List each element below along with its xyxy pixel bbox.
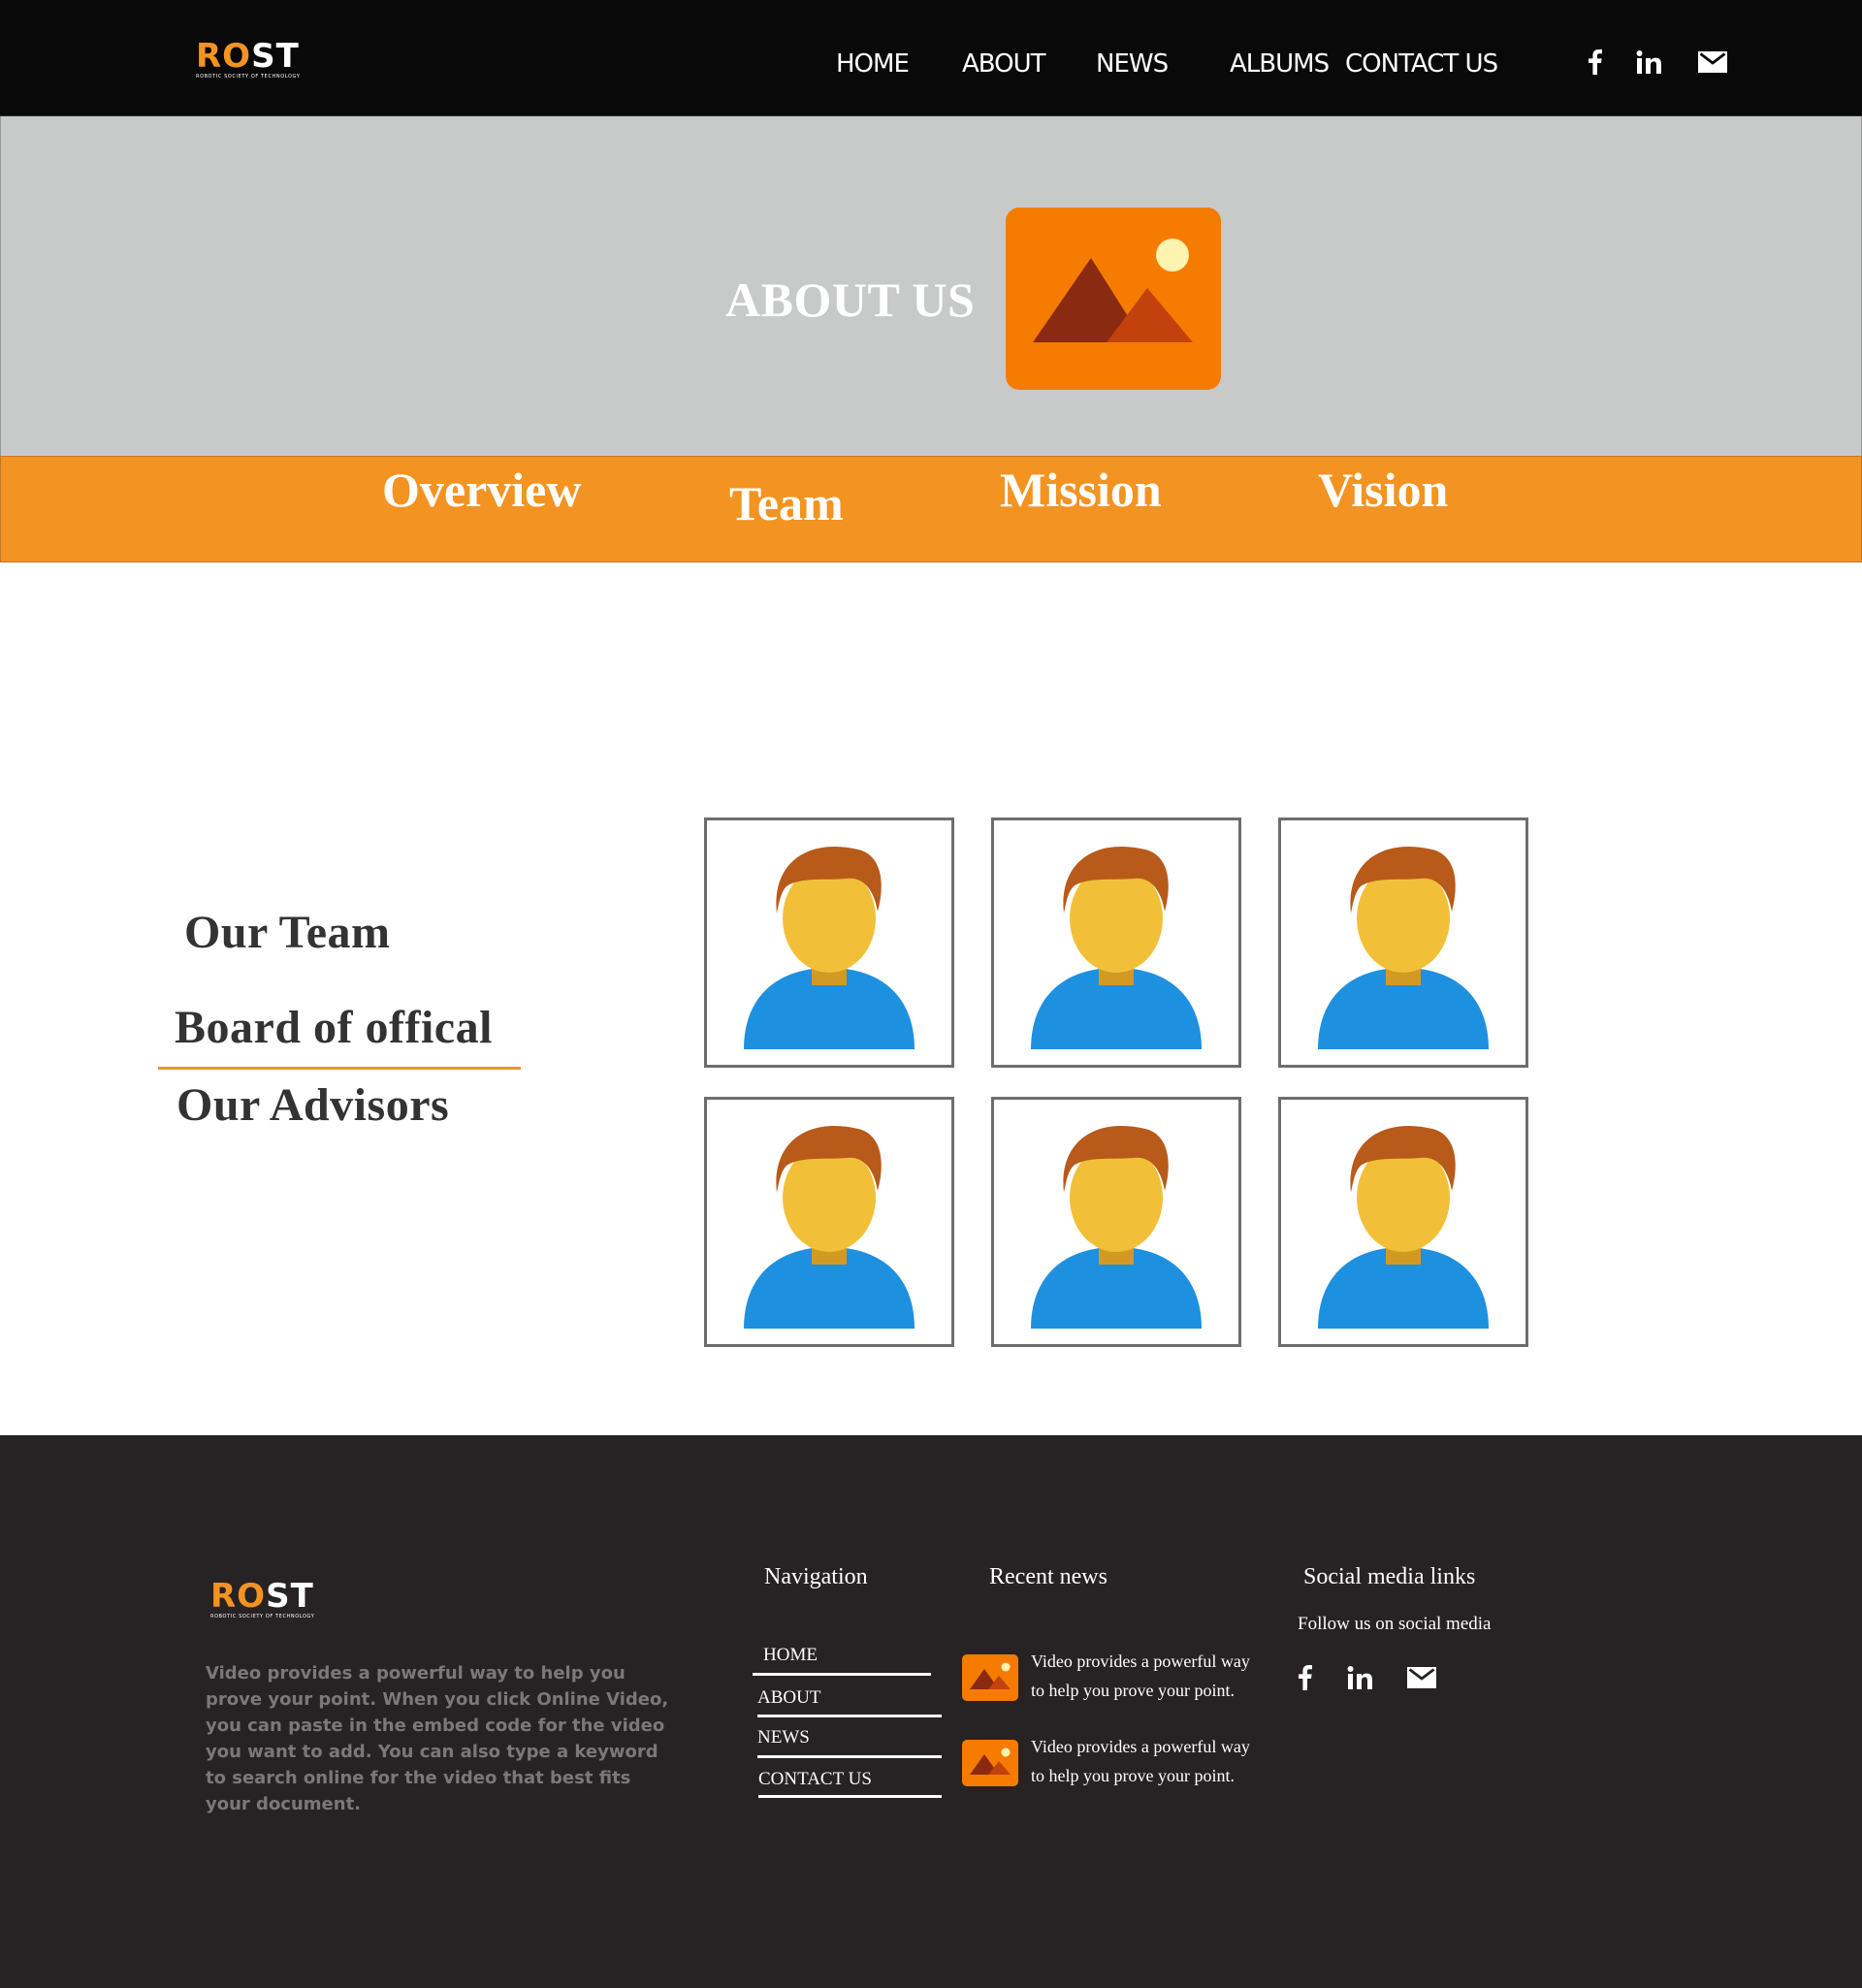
mail-icon[interactable] [1695,45,1730,80]
user-avatar-icon [1318,1125,1489,1329]
footer-logo-subtitle: ROBOTIC SOCIETY OF TECHNOLOGY [210,1614,315,1619]
follow-text: Follow us on social media [1298,1614,1492,1634]
footer-nav-divider [757,1755,942,1758]
about-tabs [0,456,1862,562]
linkedin-icon[interactable] [1631,45,1666,80]
team-member-card[interactable] [704,1097,954,1347]
team-member-card[interactable] [1278,818,1528,1068]
footer-nav-about[interactable]: ABOUT [757,1687,820,1709]
side-menu-our-advisors[interactable]: Our Advisors [177,1078,449,1132]
user-avatar-icon [744,846,915,1049]
footer-recent-news-heading: Recent news [989,1564,1108,1589]
news-image-icon[interactable] [962,1654,1018,1701]
active-item-underline [158,1067,521,1070]
footer-logo-text-ro: RO [210,1577,267,1616]
nav-about[interactable]: ABOUT [962,45,1046,83]
nav-albums[interactable]: ALBUMS [1230,45,1330,83]
site-logo[interactable]: ROST ROBOTIC SOCIETY OF TECHNOLOGY [196,39,322,83]
team-member-card[interactable] [704,818,954,1068]
logo-subtitle: ROBOTIC SOCIETY OF TECHNOLOGY [196,74,301,80]
footer-navigation-heading: Navigation [764,1564,868,1589]
team-member-card[interactable] [991,818,1241,1068]
team-member-card[interactable] [1278,1097,1528,1347]
news-item-text[interactable]: Video provides a powerful way to help yo… [1031,1732,1264,1790]
tab-mission[interactable]: Mission [1000,462,1162,518]
footer-social-heading: Social media links [1303,1564,1476,1589]
side-menu-our-team[interactable]: Our Team [184,906,391,959]
footer-nav-contact-us[interactable]: CONTACT US [758,1769,872,1790]
linkedin-icon[interactable] [1342,1660,1377,1695]
facebook-icon[interactable] [1578,45,1613,80]
footer-nav-divider [757,1715,942,1717]
news-image-icon[interactable] [962,1740,1018,1786]
logo-text-ro: RO [196,37,252,76]
footer-description: Video provides a powerful way to help yo… [206,1663,669,1814]
footer-nav-home[interactable]: HOME [763,1645,818,1666]
side-menu-board-of-offical[interactable]: Board of offical [175,1001,493,1054]
mail-icon[interactable] [1404,1660,1439,1695]
logo-text-st: ST [251,37,300,76]
nav-home[interactable]: HOME [836,45,910,83]
footer-nav-divider [753,1673,931,1676]
footer-nav-news[interactable]: NEWS [757,1727,810,1748]
image-placeholder-icon [1006,208,1221,390]
tab-vision[interactable]: Vision [1318,462,1448,518]
team-member-card[interactable] [991,1097,1241,1347]
user-avatar-icon [1031,846,1202,1049]
user-avatar-icon [744,1125,915,1329]
footer-logo-text-st: ST [266,1577,314,1616]
news-item-text[interactable]: Video provides a powerful way to help yo… [1031,1647,1264,1705]
tab-overview[interactable]: Overview [382,462,581,518]
nav-contact-us[interactable]: CONTACT US [1345,45,1498,83]
footer-nav-divider [758,1795,942,1798]
user-avatar-icon [1031,1125,1202,1329]
footer-logo[interactable]: ROST ROBOTIC SOCIETY OF TECHNOLOGY [210,1579,337,1623]
page-title: ABOUT US [725,273,976,327]
top-navbar: ROST ROBOTIC SOCIETY OF TECHNOLOGY HOME … [0,0,1862,116]
nav-news[interactable]: NEWS [1096,45,1169,83]
user-avatar-icon [1318,846,1489,1049]
facebook-icon[interactable] [1288,1660,1323,1695]
tab-team[interactable]: Team [729,475,844,531]
